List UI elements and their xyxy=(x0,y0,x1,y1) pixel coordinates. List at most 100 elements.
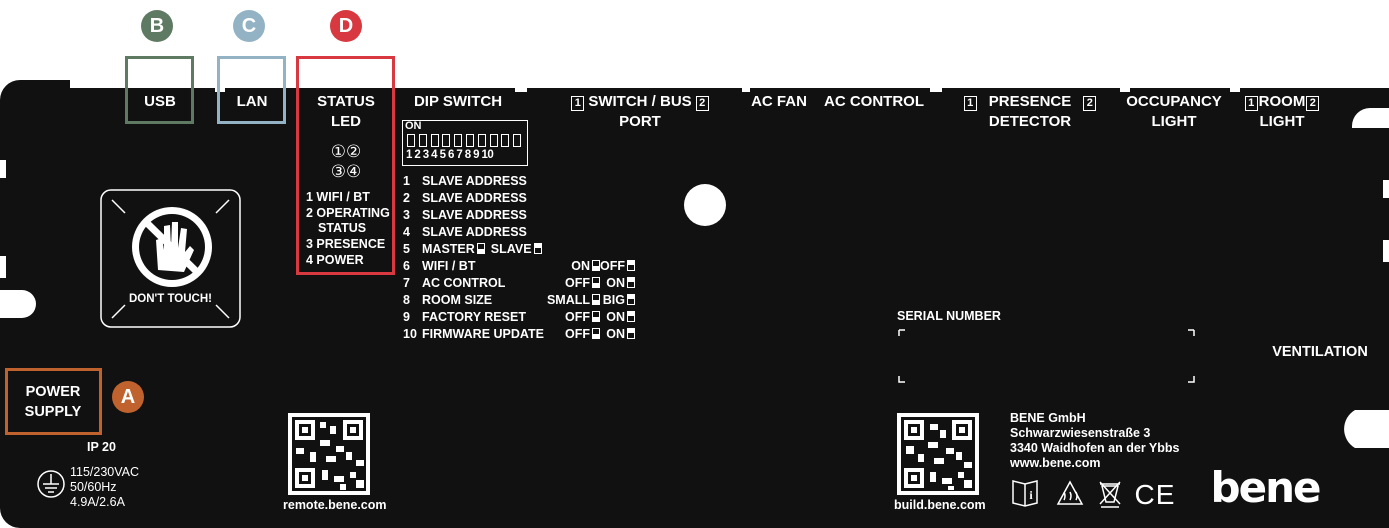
dip-slot xyxy=(489,134,498,147)
dip-row-label: ROOM SIZE xyxy=(422,293,493,307)
led-legend-4: 3 PRESENCE xyxy=(306,237,386,251)
dip-row-label: SLAVE ADDRESS xyxy=(422,191,527,205)
notch xyxy=(0,256,6,278)
dip-slot xyxy=(454,134,463,147)
dip-slot xyxy=(430,134,439,147)
badge-a: A xyxy=(112,381,144,413)
occupancy-light-label-1: OCCUPANCY xyxy=(1126,93,1222,110)
dip-row-number: 9 xyxy=(403,310,410,324)
notch xyxy=(1383,240,1389,262)
status-led-label-1: STATUS xyxy=(317,93,375,110)
box-number-icon: 2 xyxy=(1306,96,1320,111)
ventilation-label: VENTILATION xyxy=(1272,344,1368,360)
toggle-up-icon xyxy=(627,328,635,339)
badge-d: D xyxy=(330,10,362,42)
qr-code-left xyxy=(288,413,370,495)
dip-slot xyxy=(501,134,510,147)
dip-numbers: 1 2 3 4 5 6 7 8 9 10 xyxy=(406,149,494,161)
dip-option-1: OFF xyxy=(565,310,600,324)
ip-rating: IP 20 xyxy=(87,440,116,454)
dip-row-label: FIRMWARE UPDATE xyxy=(422,327,544,341)
dip-option-2: BIG xyxy=(603,293,635,307)
ac-control-label: AC CONTROL xyxy=(824,93,924,110)
dont-touch-label: DON'T TOUCH! xyxy=(128,293,212,305)
dip-option-2: ON xyxy=(606,310,635,324)
led-legend-5: 4 POWER xyxy=(306,253,364,267)
badge-c: C xyxy=(233,10,265,42)
dip-row-number: 10 xyxy=(403,327,417,341)
led-legend-1: 1 WIFI / BT xyxy=(306,190,370,204)
toggle-up-icon xyxy=(627,294,635,305)
toggle-down-icon xyxy=(592,277,600,288)
dip-row-number: 6 xyxy=(403,259,410,273)
dip-option-1: ON xyxy=(571,259,600,273)
dip-switch-graphic: ON 1 2 3 4 5 6 7 8 9 10 xyxy=(402,120,528,166)
dip-option-2: ON xyxy=(606,276,635,290)
dip-row-label: WIFI / BT xyxy=(422,259,476,273)
power-supply-label-1: POWER xyxy=(25,384,81,400)
dip-slot xyxy=(513,134,522,147)
usb-highlight-box xyxy=(125,56,194,124)
dip-row-label: SLAVE ADDRESS xyxy=(422,208,527,222)
dip-row-label: SLAVE ADDRESS xyxy=(422,225,527,239)
box-number-icon: 2 xyxy=(1083,96,1097,111)
bene-logo: bene xyxy=(1210,463,1322,512)
status-led-label-2: LED xyxy=(331,113,361,130)
serial-number-label: SERIAL NUMBER xyxy=(897,309,1001,323)
led-circles-row-2: ③④ xyxy=(330,162,362,181)
qr-code-right xyxy=(897,413,979,495)
mounting-hole xyxy=(684,184,726,226)
dip-option-1: SMALL xyxy=(547,293,600,307)
device-panel: i xyxy=(0,80,1389,528)
power-current: 4.9A/2.6A xyxy=(70,495,125,509)
dip-row-number: 4 xyxy=(403,225,410,239)
dip-row-label: SLAVE ADDRESS xyxy=(422,174,527,188)
usb-label: USB xyxy=(144,93,176,110)
led-circles-row-1: ①② xyxy=(330,142,362,161)
toggle-up-icon xyxy=(627,260,635,271)
dip-on-label: ON xyxy=(405,120,422,132)
dip-slot xyxy=(442,134,451,147)
box-number-icon: 1 xyxy=(571,96,585,111)
box-number-icon: 2 xyxy=(695,96,709,111)
ce-mark: CE xyxy=(1134,479,1176,510)
dip-row-label: FACTORY RESET xyxy=(422,310,526,324)
notch xyxy=(930,80,942,92)
notch xyxy=(1120,80,1130,92)
company-web[interactable]: www.bene.com xyxy=(1010,455,1101,472)
switch-bus-label-2: PORT xyxy=(619,113,661,130)
qr-right-url[interactable]: build.bene.com xyxy=(894,497,986,514)
dip-row-number: 2 xyxy=(403,191,410,205)
badge-b: B xyxy=(141,10,173,42)
notch xyxy=(1230,80,1240,92)
dip-row-number: 7 xyxy=(403,276,410,290)
occupancy-light-label-2: LIGHT xyxy=(1151,113,1197,130)
qr-left-url[interactable]: remote.bene.com xyxy=(283,497,387,514)
presence-detector-label-1: 1 PRESENCE 2 xyxy=(955,92,1105,112)
dip-slot xyxy=(407,134,415,147)
toggle-down-icon xyxy=(592,260,600,271)
room-light-label-2: LIGHT xyxy=(1259,113,1305,130)
notch xyxy=(742,80,750,92)
box-number-icon: 1 xyxy=(963,96,977,111)
dip-option-2: OFF xyxy=(600,259,635,273)
toggle-up-icon xyxy=(533,243,542,254)
toggle-down-icon xyxy=(476,243,485,254)
dip-option-1: OFF xyxy=(565,276,600,290)
notch xyxy=(0,160,6,178)
ac-fan-label: AC FAN xyxy=(751,93,807,110)
dip-row-number: 3 xyxy=(403,208,410,222)
presence-detector-label-2: DETECTOR xyxy=(988,113,1072,130)
dip-row-label: AC CONTROL xyxy=(422,276,506,290)
switch-bus-label-1: 1 SWITCH / BUS 2 xyxy=(560,92,720,112)
lan-highlight-box xyxy=(217,56,286,124)
led-legend-3: STATUS xyxy=(318,221,367,235)
room-light-label-1: 1 ROOM 2 xyxy=(1238,92,1326,112)
dip-option-1: OFF xyxy=(565,327,600,341)
dip-slot xyxy=(477,134,486,147)
box-number-icon: 1 xyxy=(1244,96,1258,111)
dip-switch-label: DIP SWITCH xyxy=(413,93,503,110)
toggle-up-icon xyxy=(627,277,635,288)
dip-slot xyxy=(466,134,474,147)
dip-row-number: 1 xyxy=(403,174,410,188)
